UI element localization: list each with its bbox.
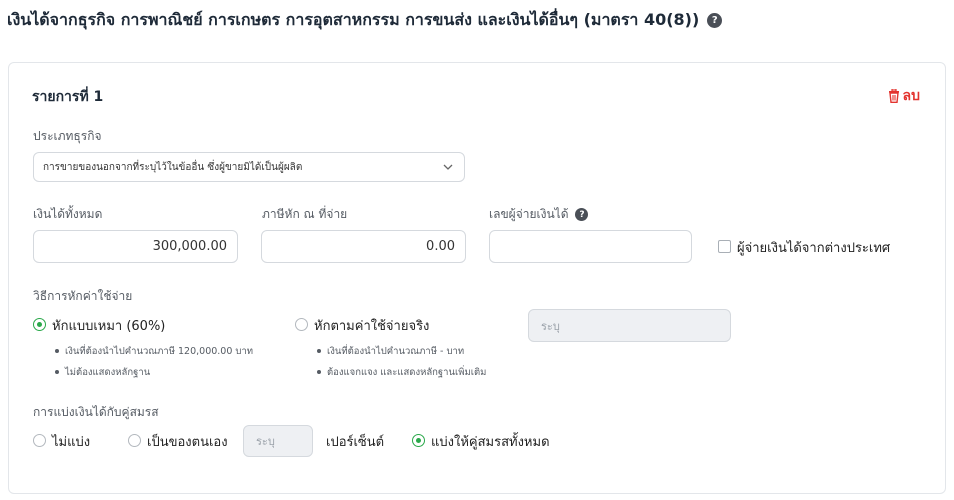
actual-expense-input[interactable]: ระบุ	[528, 309, 731, 342]
foreign-payer-label: ผู้จ่ายเงินได้จากต่างประเทศ	[737, 241, 891, 256]
withholding-tax-label: ภาษีหัก ณ ที่จ่าย	[262, 207, 348, 221]
payer-id-input[interactable]	[489, 230, 692, 263]
actual-expense-note-2: ต้องแจกแจง และแสดงหลักฐานเพิ่มเติม	[317, 365, 486, 380]
no-split-radio[interactable]	[33, 434, 46, 447]
delete-button[interactable]: ลบ	[888, 85, 920, 107]
total-income-value: 300,000.00	[152, 239, 227, 254]
payer-id-help-icon[interactable]: ?	[575, 208, 589, 221]
own-share-radio[interactable]	[128, 434, 141, 447]
item-title: รายการที่ 1	[32, 89, 104, 105]
spouse-split-label: การแบ่งเงินได้กับคู่สมรส	[33, 405, 159, 419]
percent-label: เปอร์เซ็นต์	[326, 435, 385, 450]
delete-label: ลบ	[902, 88, 920, 104]
actual-expense-label[interactable]: หักตามค่าใช้จ่ายจริง	[314, 315, 429, 336]
question-icon[interactable]: ?	[707, 13, 723, 28]
actual-expense-placeholder: ระบุ	[541, 319, 560, 333]
withholding-tax-input[interactable]: 0.00	[261, 230, 466, 263]
no-split-label[interactable]: ไม่แบ่ง	[52, 431, 90, 452]
expense-method-label: วิธีการหักค่าใช้จ่าย	[33, 289, 133, 303]
chevron-down-icon	[443, 164, 453, 170]
flat-rate-radio[interactable]	[33, 318, 46, 331]
foreign-payer-checkbox[interactable]	[718, 240, 731, 253]
page-title: เงินได้จากธุรกิจ การพาณิชย์ การเกษตร การ…	[7, 8, 723, 33]
all-to-spouse-radio[interactable]	[412, 434, 425, 447]
page-title-text: เงินได้จากธุรกิจ การพาณิชย์ การเกษตร การ…	[7, 10, 700, 29]
payer-id-label-group: เลขผู้จ่ายเงินได้ ?	[489, 205, 589, 224]
total-income-input[interactable]: 300,000.00	[33, 230, 238, 263]
business-type-value: การขายของนอกจากที่ระบุไว้ในข้ออื่น ซึ่งผ…	[43, 161, 303, 173]
business-type-label: ประเภทธุรกิจ	[33, 129, 102, 143]
flat-rate-label[interactable]: หักแบบเหมา (60%)	[52, 315, 165, 336]
withholding-tax-value: 0.00	[426, 239, 455, 254]
total-income-label: เงินได้ทั้งหมด	[33, 207, 103, 221]
trash-icon	[888, 89, 899, 103]
all-to-spouse-label[interactable]: แบ่งให้คู่สมรสทั้งหมด	[431, 431, 550, 452]
flat-rate-note-1: เงินที่ต้องนำไปคำนวณภาษี 120,000.00 บาท	[55, 344, 253, 359]
own-share-label[interactable]: เป็นของตนเอง	[147, 431, 228, 452]
own-share-placeholder: ระบุ	[256, 435, 275, 448]
business-type-select[interactable]: การขายของนอกจากที่ระบุไว้ในข้ออื่น ซึ่งผ…	[33, 152, 465, 182]
payer-id-label: เลขผู้จ่ายเงินได้	[489, 207, 569, 221]
item-card	[8, 62, 946, 494]
flat-rate-note-2: ไม่ต้องแสดงหลักฐาน	[55, 365, 150, 380]
own-share-percent-input[interactable]: ระบุ	[243, 425, 313, 457]
actual-expense-note-1: เงินที่ต้องนำไปคำนวณภาษี - บาท	[317, 344, 464, 359]
actual-expense-radio[interactable]	[295, 318, 308, 331]
